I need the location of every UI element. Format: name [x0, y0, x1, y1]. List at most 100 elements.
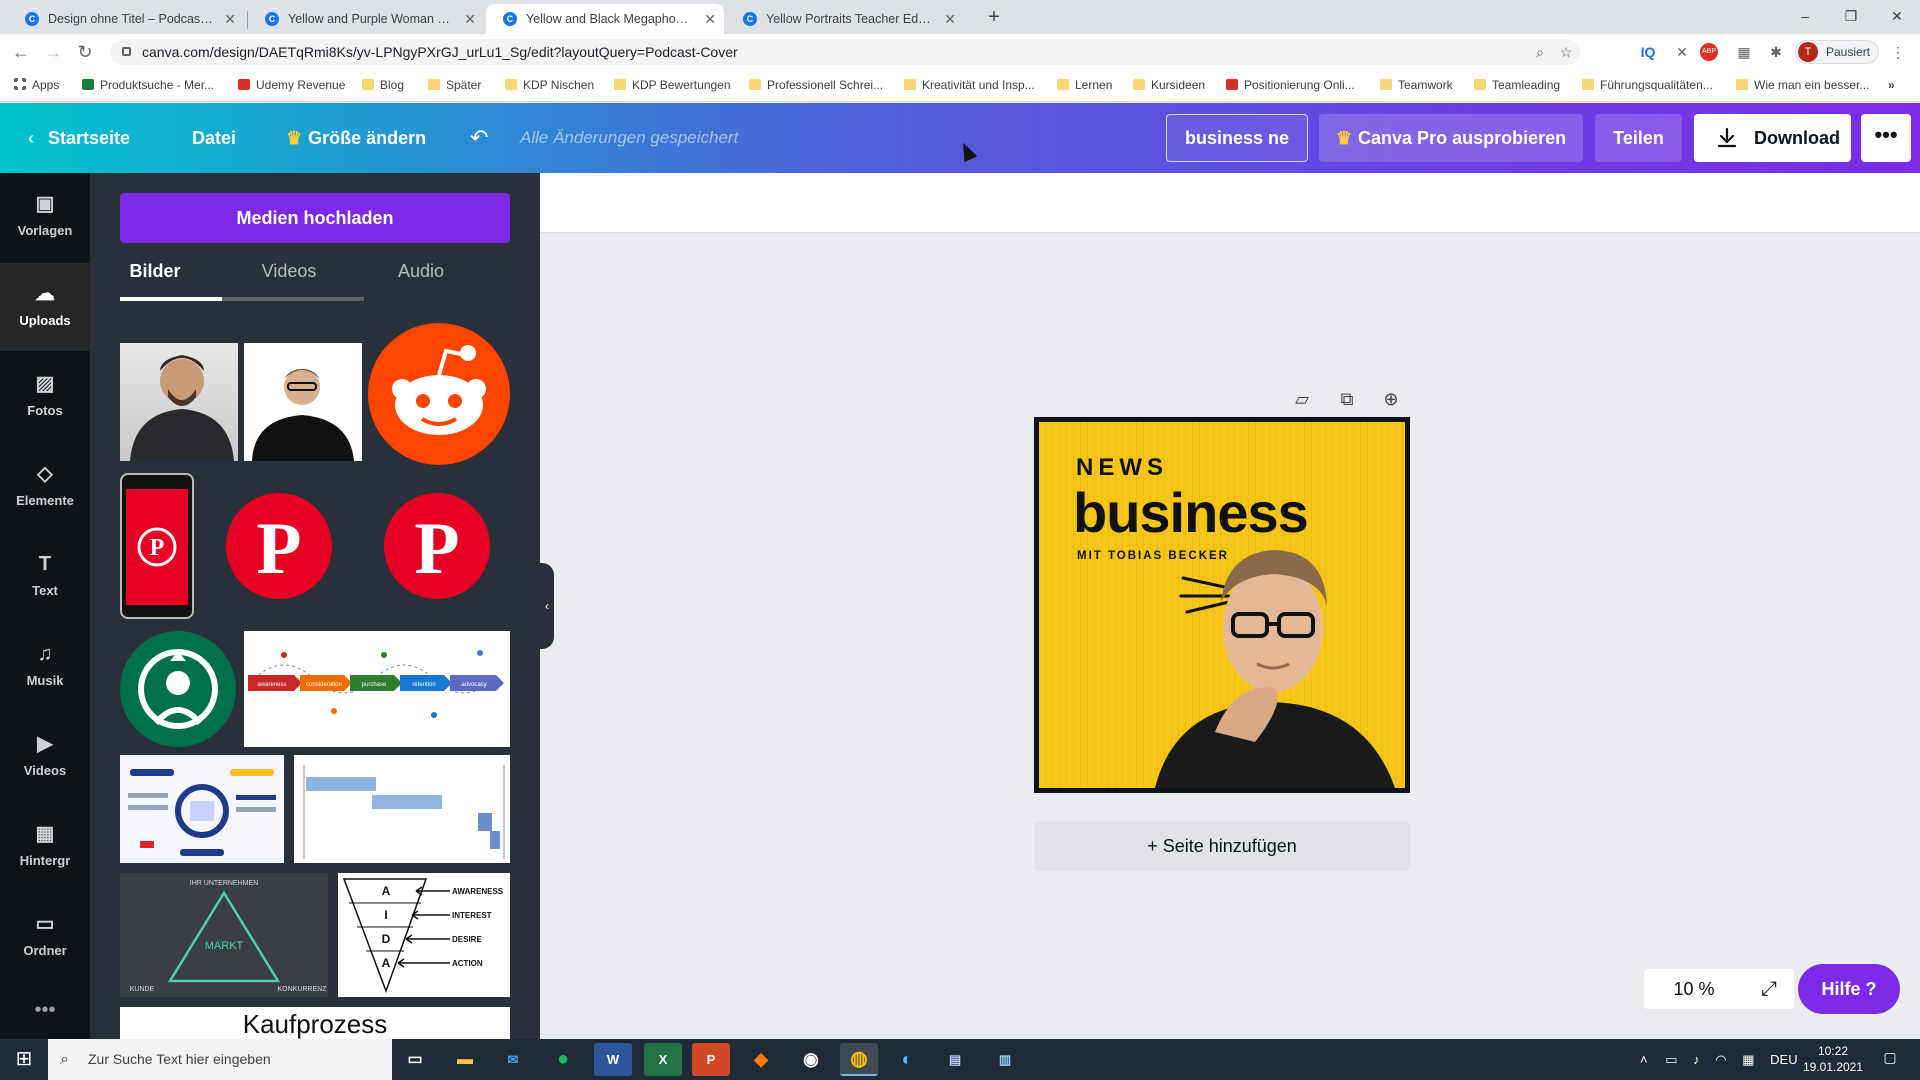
bookmark-folder[interactable]: Später: [428, 78, 481, 92]
design-kicker-text[interactable]: NEWS: [1076, 454, 1168, 482]
download-button[interactable]: Download: [1694, 114, 1851, 162]
add-page-button[interactable]: + Seite hinzufügen: [1034, 821, 1410, 871]
tab-videos[interactable]: Videos: [224, 261, 354, 282]
browser-menu-icon[interactable]: ⋮: [1886, 40, 1910, 64]
bookmark-folder[interactable]: Lernen: [1057, 78, 1112, 92]
mail-icon[interactable]: ✉: [494, 1043, 532, 1076]
app-icon[interactable]: ▥: [986, 1043, 1024, 1076]
language-indicator[interactable]: DEU: [1770, 1052, 1797, 1067]
taskbar-clock[interactable]: 10:22 19.01.2021: [1798, 1043, 1868, 1075]
home-button[interactable]: ‹ Startseite: [28, 103, 130, 173]
close-tab-icon[interactable]: ✕: [704, 4, 716, 34]
file-menu-button[interactable]: Datei: [192, 103, 236, 173]
sidebar-item-uploads[interactable]: ☁ Uploads: [0, 263, 90, 351]
extension-icon[interactable]: ✕: [1670, 40, 1694, 64]
restore-button[interactable]: ❐: [1828, 4, 1874, 28]
collapse-panel-handle[interactable]: ‹: [540, 563, 554, 649]
close-tab-icon[interactable]: ✕: [224, 4, 236, 34]
grid-extension-icon[interactable]: ▦: [1732, 40, 1756, 64]
task-view-icon[interactable]: ▭: [396, 1043, 434, 1076]
taskbar-search-input[interactable]: ⌕ Zur Suche Text hier eingeben: [48, 1039, 392, 1080]
notifications-icon[interactable]: ▢: [1880, 1049, 1900, 1069]
reload-icon[interactable]: ↻: [72, 40, 98, 66]
upload-image-reddit-logo[interactable]: [368, 323, 510, 465]
app-icon[interactable]: ▤: [936, 1043, 974, 1076]
windows-start-icon[interactable]: ⊞: [0, 1039, 48, 1080]
host-photo[interactable]: [1135, 532, 1405, 788]
address-bar[interactable]: canva.com/design/DAETqRmi8Ks/yv-LPNgyPXr…: [110, 39, 1580, 65]
upload-image-process-cycle[interactable]: [120, 755, 284, 863]
powerpoint-icon[interactable]: P: [692, 1043, 730, 1076]
upload-image-market-triangle[interactable]: IHR UNTERNEHMEN MARKT KUNDE KONKURRENZ: [120, 873, 328, 997]
url-text[interactable]: canva.com/design/DAETqRmi8Ks/yv-LPNgyPXr…: [142, 39, 738, 65]
upload-image-starbucks-logo[interactable]: [120, 631, 236, 747]
vertical-scrollbar[interactable]: [1906, 233, 1920, 1039]
word-icon[interactable]: W: [594, 1043, 632, 1076]
bookmark-item[interactable]: Positionierung Onli...: [1226, 78, 1355, 92]
upload-media-button[interactable]: Medien hochladen: [120, 193, 510, 243]
bookmark-folder[interactable]: KDP Bewertungen: [614, 78, 731, 92]
more-options-button[interactable]: •••: [1861, 114, 1911, 162]
zoom-icon[interactable]: ⌕: [1528, 40, 1552, 64]
back-icon[interactable]: ←: [8, 40, 34, 66]
browser-tab[interactable]: C Yellow Portraits Teacher Education ✕: [726, 4, 964, 34]
bookmark-folder[interactable]: Wie man ein besser...: [1736, 78, 1869, 92]
close-window-button[interactable]: ✕: [1874, 4, 1920, 28]
obs-icon[interactable]: ◉: [792, 1043, 830, 1076]
sidebar-item-vorlagen[interactable]: ▣ Vorlagen: [0, 173, 90, 261]
bookmark-folder[interactable]: Führungsqualitäten...: [1582, 78, 1713, 92]
undo-icon[interactable]: ↶: [470, 103, 488, 173]
design-page[interactable]: NEWS business MIT TOBIAS BECKER: [1034, 417, 1410, 793]
volume-icon[interactable]: ♪: [1693, 1052, 1700, 1067]
zoom-level-button[interactable]: 10 %: [1644, 969, 1744, 1009]
sidebar-item-hintergrund[interactable]: ▦ Hintergr: [0, 803, 90, 891]
upload-image-pinterest-logo[interactable]: P: [226, 493, 332, 599]
minimize-button[interactable]: –: [1782, 4, 1828, 28]
close-tab-icon[interactable]: ✕: [464, 4, 476, 34]
forward-icon[interactable]: →: [40, 40, 66, 66]
help-button[interactable]: Hilfe ?: [1798, 964, 1900, 1014]
profile-button[interactable]: T Pausiert: [1795, 40, 1879, 64]
bookmark-folder[interactable]: Blog: [362, 78, 404, 92]
app-icon[interactable]: ◆: [742, 1043, 780, 1076]
sidebar-item-musik[interactable]: ♫ Musik: [0, 623, 90, 711]
iq-extension-icon[interactable]: IQ: [1636, 40, 1660, 64]
upload-image-kaufprozess[interactable]: Kaufprozess: [120, 1007, 510, 1039]
adblock-extension-icon[interactable]: ABP: [1700, 43, 1718, 61]
upload-image-portrait[interactable]: [244, 343, 362, 461]
puzzle-icon[interactable]: ✱: [1764, 40, 1788, 64]
tray-battery-icon[interactable]: ▭: [1665, 1052, 1677, 1067]
sidebar-item-videos[interactable]: ▶ Videos: [0, 713, 90, 801]
sidebar-item-text[interactable]: T Text: [0, 533, 90, 621]
podcast-cover[interactable]: NEWS business MIT TOBIAS BECKER: [1039, 422, 1405, 788]
more-bookmarks-icon[interactable]: »: [1888, 78, 1895, 92]
page-notes-icon[interactable]: ▱: [1289, 386, 1315, 412]
resize-button[interactable]: ♛ Größe ändern: [286, 103, 426, 173]
duplicate-page-icon[interactable]: ⧉: [1334, 386, 1360, 412]
upload-image-aida-model[interactable]: A I D A AWARENESS INTEREST DESIRE ACTION: [338, 873, 510, 997]
excel-icon[interactable]: X: [644, 1043, 682, 1076]
bookmark-folder[interactable]: KDP Nischen: [505, 78, 594, 92]
bookmark-folder[interactable]: Kursideen: [1133, 78, 1205, 92]
bookmark-item[interactable]: Produktsuche - Mer...: [82, 78, 214, 92]
sidebar-item-elemente[interactable]: ◇ Elemente: [0, 443, 90, 531]
edge-icon[interactable]: ◐: [888, 1043, 926, 1076]
bookmark-folder[interactable]: Teamleading: [1474, 78, 1560, 92]
share-button[interactable]: Teilen: [1595, 114, 1682, 162]
tab-bilder[interactable]: Bilder: [90, 261, 220, 282]
try-pro-button[interactable]: ♛ Canva Pro ausprobieren: [1319, 114, 1583, 162]
bookmark-folder[interactable]: Teamwork: [1380, 78, 1453, 92]
file-explorer-icon[interactable]: ▬: [446, 1043, 484, 1076]
keyboard-icon[interactable]: ▦: [1742, 1052, 1754, 1067]
sidebar-item-ordner[interactable]: ▭ Ordner: [0, 893, 90, 981]
bookmark-folder[interactable]: Professionell Schrei...: [749, 78, 883, 92]
tray-chevron-icon[interactable]: ˄: [1640, 1052, 1648, 1067]
more-apps-icon[interactable]: •••: [0, 999, 90, 1022]
browser-tab[interactable]: C Yellow and Purple Woman Portrait ✕: [248, 4, 484, 34]
upload-image-phone-pinterest[interactable]: P: [120, 473, 194, 619]
close-tab-icon[interactable]: ✕: [944, 4, 956, 34]
upload-image-pinterest-logo[interactable]: P: [384, 493, 490, 599]
bookmark-apps[interactable]: Apps: [14, 78, 59, 92]
sidebar-item-fotos[interactable]: ▨ Fotos: [0, 353, 90, 441]
upload-image-gantt-chart[interactable]: [294, 755, 510, 863]
